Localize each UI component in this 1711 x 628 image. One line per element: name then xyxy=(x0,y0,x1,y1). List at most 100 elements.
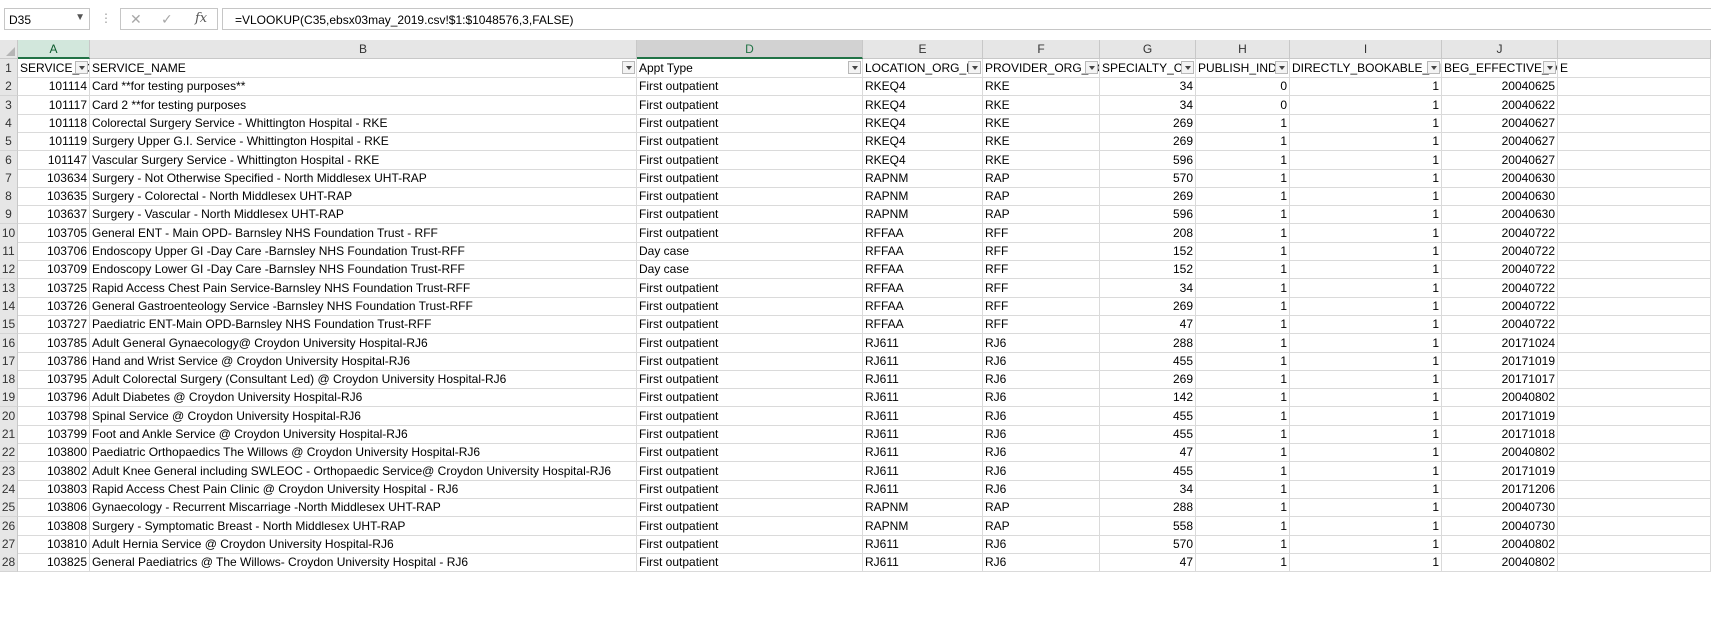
table-cell[interactable]: RJ6 xyxy=(983,388,1100,408)
table-cell[interactable]: 1 xyxy=(1290,388,1442,408)
table-cell[interactable]: 269 xyxy=(1100,113,1196,133)
table-cell[interactable]: 34 xyxy=(1100,95,1196,115)
table-cell[interactable]: 103796 xyxy=(18,388,90,408)
filter-dropdown-icon[interactable] xyxy=(1275,61,1288,74)
table-cell[interactable]: 103786 xyxy=(18,351,90,371)
table-cell[interactable] xyxy=(1558,113,1711,133)
table-cell[interactable]: 596 xyxy=(1100,150,1196,170)
table-cell[interactable]: 103799 xyxy=(18,425,90,444)
table-cell[interactable]: Paediatric ENT-Main OPD-Barnsley NHS Fou… xyxy=(90,315,637,335)
filter-dropdown-icon[interactable] xyxy=(75,61,88,74)
table-cell[interactable] xyxy=(1558,260,1711,280)
table-cell[interactable]: 20040622 xyxy=(1442,95,1558,115)
table-cell[interactable]: RJ6 xyxy=(983,406,1100,426)
table-cell[interactable]: First outpatient xyxy=(637,205,863,225)
table-cell[interactable]: 1 xyxy=(1196,498,1290,518)
table-cell[interactable] xyxy=(1558,406,1711,426)
table-cell[interactable]: 20040627 xyxy=(1442,132,1558,152)
table-cell[interactable]: Day case xyxy=(637,242,863,261)
table-cell[interactable]: Hand and Wrist Service @ Croydon Univers… xyxy=(90,351,637,371)
spreadsheet-grid[interactable]: A B D E F G H I J 1 SERVICE_ID SERVICE_NAME Appt Typ… xyxy=(0,40,1711,628)
table-cell[interactable]: 103726 xyxy=(18,296,90,316)
table-cell[interactable]: 1 xyxy=(1290,296,1442,316)
table-cell[interactable]: 1 xyxy=(1290,498,1442,518)
table-cell[interactable]: 269 xyxy=(1100,187,1196,207)
table-cell[interactable]: Surgery Upper G.I. Service - Whittington… xyxy=(90,132,637,152)
table-cell[interactable]: Surgery - Not Otherwise Specified - Nort… xyxy=(90,168,637,188)
table-cell[interactable]: 455 xyxy=(1100,351,1196,371)
table-cell[interactable]: 208 xyxy=(1100,223,1196,243)
table-cell[interactable]: RAP xyxy=(983,168,1100,188)
table-cell[interactable]: RAPNM xyxy=(863,168,983,188)
table-cell[interactable]: RKE xyxy=(983,150,1100,170)
filter-dropdown-icon[interactable] xyxy=(1181,61,1194,74)
table-cell[interactable] xyxy=(1558,516,1711,536)
table-cell[interactable]: 103634 xyxy=(18,168,90,188)
table-cell[interactable]: Surgery - Vascular - North Middlesex UHT… xyxy=(90,205,637,225)
table-cell[interactable]: 34 xyxy=(1100,479,1196,499)
table-cell[interactable]: 101117 xyxy=(18,95,90,115)
table-cell[interactable]: 288 xyxy=(1100,333,1196,353)
table-cell[interactable]: First outpatient xyxy=(637,479,863,499)
table-cell[interactable]: First outpatient xyxy=(637,553,863,573)
row-header[interactable]: 13 xyxy=(0,278,18,298)
table-cell[interactable]: 20040730 xyxy=(1442,516,1558,536)
table-cell[interactable]: Endoscopy Lower GI -Day Care -Barnsley N… xyxy=(90,260,637,280)
table-cell[interactable]: Paediatric Orthopaedics The Willows @ Cr… xyxy=(90,443,637,463)
table-cell[interactable]: General Paediatrics @ The Willows- Croyd… xyxy=(90,553,637,573)
filter-dropdown-icon[interactable] xyxy=(1085,61,1098,74)
table-cell[interactable]: 1 xyxy=(1196,351,1290,371)
header-cell[interactable]: PUBLISH_IND xyxy=(1196,59,1290,78)
column-header-F[interactable]: F xyxy=(983,40,1100,59)
table-cell[interactable] xyxy=(1558,351,1711,371)
table-cell[interactable]: 34 xyxy=(1100,77,1196,97)
table-cell[interactable]: 455 xyxy=(1100,425,1196,444)
table-cell[interactable]: RKE xyxy=(983,132,1100,152)
table-cell[interactable]: Surgery - Colorectal - North Middlesex U… xyxy=(90,187,637,207)
table-cell[interactable]: 1 xyxy=(1196,168,1290,188)
row-header[interactable]: 1 xyxy=(0,59,18,78)
table-cell[interactable]: RJ6 xyxy=(983,534,1100,554)
table-cell[interactable]: 20040630 xyxy=(1442,205,1558,225)
table-cell[interactable]: 0 xyxy=(1196,95,1290,115)
table-cell[interactable]: 1 xyxy=(1196,315,1290,335)
column-header-E[interactable]: E xyxy=(863,40,983,59)
table-cell[interactable]: 20171019 xyxy=(1442,406,1558,426)
table-cell[interactable]: RJ6 xyxy=(983,443,1100,463)
table-cell[interactable]: 103635 xyxy=(18,187,90,207)
table-cell[interactable]: 20040722 xyxy=(1442,278,1558,298)
table-cell[interactable]: 20040722 xyxy=(1442,315,1558,335)
table-cell[interactable]: RJ6 xyxy=(983,425,1100,444)
table-cell[interactable]: Adult Diabetes @ Croydon University Hosp… xyxy=(90,388,637,408)
enter-icon[interactable]: ✓ xyxy=(161,11,173,28)
row-header[interactable]: 27 xyxy=(0,534,18,554)
table-cell[interactable]: 1 xyxy=(1290,132,1442,152)
table-cell[interactable]: RJ611 xyxy=(863,443,983,463)
table-cell[interactable]: RJ611 xyxy=(863,333,983,353)
filter-dropdown-icon[interactable] xyxy=(968,61,981,74)
table-cell[interactable]: First outpatient xyxy=(637,534,863,554)
column-header-I[interactable]: I xyxy=(1290,40,1442,59)
table-cell[interactable]: 1 xyxy=(1196,370,1290,390)
table-cell[interactable]: 20040802 xyxy=(1442,553,1558,573)
header-cell[interactable]: BEG_EFFECTIVE_DT xyxy=(1442,59,1558,78)
table-cell[interactable]: 558 xyxy=(1100,516,1196,536)
table-cell[interactable]: RKE xyxy=(983,77,1100,97)
table-cell[interactable]: 1 xyxy=(1290,406,1442,426)
table-cell[interactable]: 1 xyxy=(1290,223,1442,243)
table-cell[interactable] xyxy=(1558,553,1711,573)
column-header-D[interactable]: D xyxy=(637,40,863,59)
table-cell[interactable]: 570 xyxy=(1100,534,1196,554)
filter-dropdown-icon[interactable] xyxy=(1543,61,1556,74)
table-cell[interactable] xyxy=(1558,187,1711,207)
row-header[interactable]: 12 xyxy=(0,260,18,280)
table-cell[interactable]: First outpatient xyxy=(637,223,863,243)
table-cell[interactable]: RAPNM xyxy=(863,205,983,225)
header-cell[interactable]: PROVIDER_ORG_ID xyxy=(983,59,1100,78)
table-cell[interactable]: First outpatient xyxy=(637,278,863,298)
table-cell[interactable] xyxy=(1558,370,1711,390)
row-header[interactable]: 6 xyxy=(0,150,18,170)
table-cell[interactable] xyxy=(1558,223,1711,243)
table-cell[interactable]: RJ6 xyxy=(983,553,1100,573)
table-cell[interactable]: First outpatient xyxy=(637,461,863,481)
